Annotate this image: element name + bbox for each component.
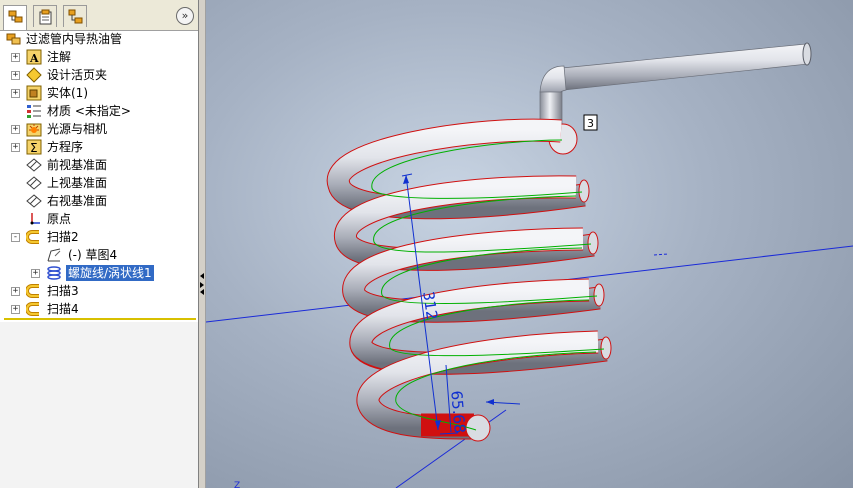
expand-toggle[interactable]: + [11, 287, 20, 296]
expand-toggle[interactable]: + [31, 269, 40, 278]
tree-item-label: 扫描2 [47, 230, 79, 244]
svg-text:A: A [29, 52, 39, 65]
part-icon [6, 33, 21, 45]
tree-root[interactable]: 过滤管内导热油管 [0, 30, 198, 48]
tree-item-label: 扫描4 [47, 302, 79, 316]
tree-item-sketch4[interactable]: (-) 草图4 [0, 246, 198, 264]
rollback-bar[interactable] [4, 318, 196, 320]
expand-toggle[interactable]: + [11, 53, 20, 62]
tree-item-sweep4[interactable]: + 扫描4 [0, 300, 198, 318]
axis-label: Z [234, 481, 240, 488]
tab-property-manager[interactable] [33, 5, 57, 27]
tree-item-label: 材质 <未指定> [47, 104, 131, 118]
panel-splitter[interactable] [199, 0, 206, 488]
tree-item-label: 螺旋线/涡状线1 [66, 265, 154, 281]
tab-configuration-manager[interactable] [63, 5, 87, 27]
tree-item-sweep2[interactable]: - 扫描2 [0, 228, 198, 246]
tree-item-top-plane[interactable]: 上视基准面 [0, 174, 198, 192]
tree-item-label: 注解 [47, 50, 72, 64]
helix-coil[interactable] [326, 118, 612, 442]
tree-item-label: 右视基准面 [47, 194, 108, 208]
pitch-dimension[interactable]: 65.68 [447, 390, 469, 434]
expand-toggle[interactable]: + [11, 71, 20, 80]
tree-item-solid-bodies[interactable]: + 实体(1) [0, 84, 198, 102]
splitter-grip-icon[interactable] [199, 272, 205, 296]
plane-icon [26, 158, 42, 172]
feature-tree-icon [8, 10, 23, 23]
lights-cameras-icon [26, 123, 42, 137]
tree-item-label: 原点 [47, 212, 72, 226]
helix-icon [47, 266, 61, 280]
sketch-icon [47, 248, 61, 262]
design-binder-icon [26, 67, 42, 83]
tree-item-label: (-) 草图4 [68, 248, 118, 262]
tree-item-helix1[interactable]: + 螺旋线/涡状线1 [0, 264, 198, 282]
tree-item-label: 上视基准面 [47, 176, 108, 190]
feature-tree: 过滤管内导热油管 + A 注解 + 设计活页夹 + 实体(1) 材质 <未指定>… [0, 30, 198, 319]
arrowhead-icon [486, 399, 494, 405]
arrowhead-icon [403, 175, 409, 184]
plane-icon [26, 176, 42, 190]
tree-item-material[interactable]: 材质 <未指定> [0, 102, 198, 120]
feature-manager-empty-area [0, 322, 198, 488]
tree-root-label: 过滤管内导热油管 [26, 32, 123, 46]
tree-item-front-plane[interactable]: 前视基准面 [0, 156, 198, 174]
collapse-toggle[interactable]: - [11, 233, 20, 242]
tree-item-label: 扫描3 [47, 284, 79, 298]
tree-item-annotations[interactable]: + A 注解 [0, 48, 198, 66]
configuration-manager-icon [68, 9, 83, 24]
tree-item-label: 方程序 [47, 140, 84, 154]
model-view[interactable]: 312 65.68 Z 3 [206, 0, 853, 488]
tree-item-label: 实体(1) [47, 86, 88, 100]
sweep-icon [26, 230, 39, 244]
callout-text: 3 [587, 117, 594, 130]
sweep-icon [26, 302, 39, 316]
expand-toggle[interactable]: + [11, 89, 20, 98]
annotations-icon: A [26, 49, 42, 65]
extension-line [401, 173, 413, 177]
callout-tag[interactable]: 3 [583, 114, 598, 131]
tree-item-right-plane[interactable]: 右视基准面 [0, 192, 198, 210]
feature-manager-panel: » 过滤管内导热油管 + A 注解 + 设计活页夹 + 实体(1) 材质 <未指… [0, 0, 199, 488]
tree-item-label: 前视基准面 [47, 158, 108, 172]
solid-bodies-icon [26, 85, 42, 101]
graphics-area[interactable]: 312 65.68 Z 3 [206, 0, 853, 488]
origin-icon [30, 213, 40, 225]
tree-item-design-binder[interactable]: + 设计活页夹 [0, 66, 198, 84]
material-icon [27, 105, 41, 118]
svg-text:Σ: Σ [30, 141, 38, 155]
tree-item-label: 设计活页夹 [47, 68, 108, 82]
expand-toggle[interactable]: + [11, 143, 20, 152]
collapse-panel-button[interactable]: » [176, 7, 194, 25]
sweep-icon [26, 284, 39, 298]
tree-item-label: 光源与相机 [47, 122, 108, 136]
equations-icon: Σ [26, 139, 42, 155]
expand-toggle[interactable]: + [11, 305, 20, 314]
plane-icon [26, 194, 42, 208]
expand-toggle[interactable]: + [11, 125, 20, 134]
tree-item-origin[interactable]: 原点 [0, 210, 198, 228]
tree-item-equations[interactable]: + Σ 方程序 [0, 138, 198, 156]
tree-item-lights-cameras[interactable]: + 光源与相机 [0, 120, 198, 138]
tree-item-sweep3[interactable]: + 扫描3 [0, 282, 198, 300]
reference-axis-line [653, 253, 669, 256]
tab-feature-manager[interactable] [3, 5, 27, 30]
feature-manager-tabs: » [0, 0, 198, 31]
straight-pipe[interactable] [539, 42, 812, 155]
property-manager-icon [39, 9, 52, 25]
